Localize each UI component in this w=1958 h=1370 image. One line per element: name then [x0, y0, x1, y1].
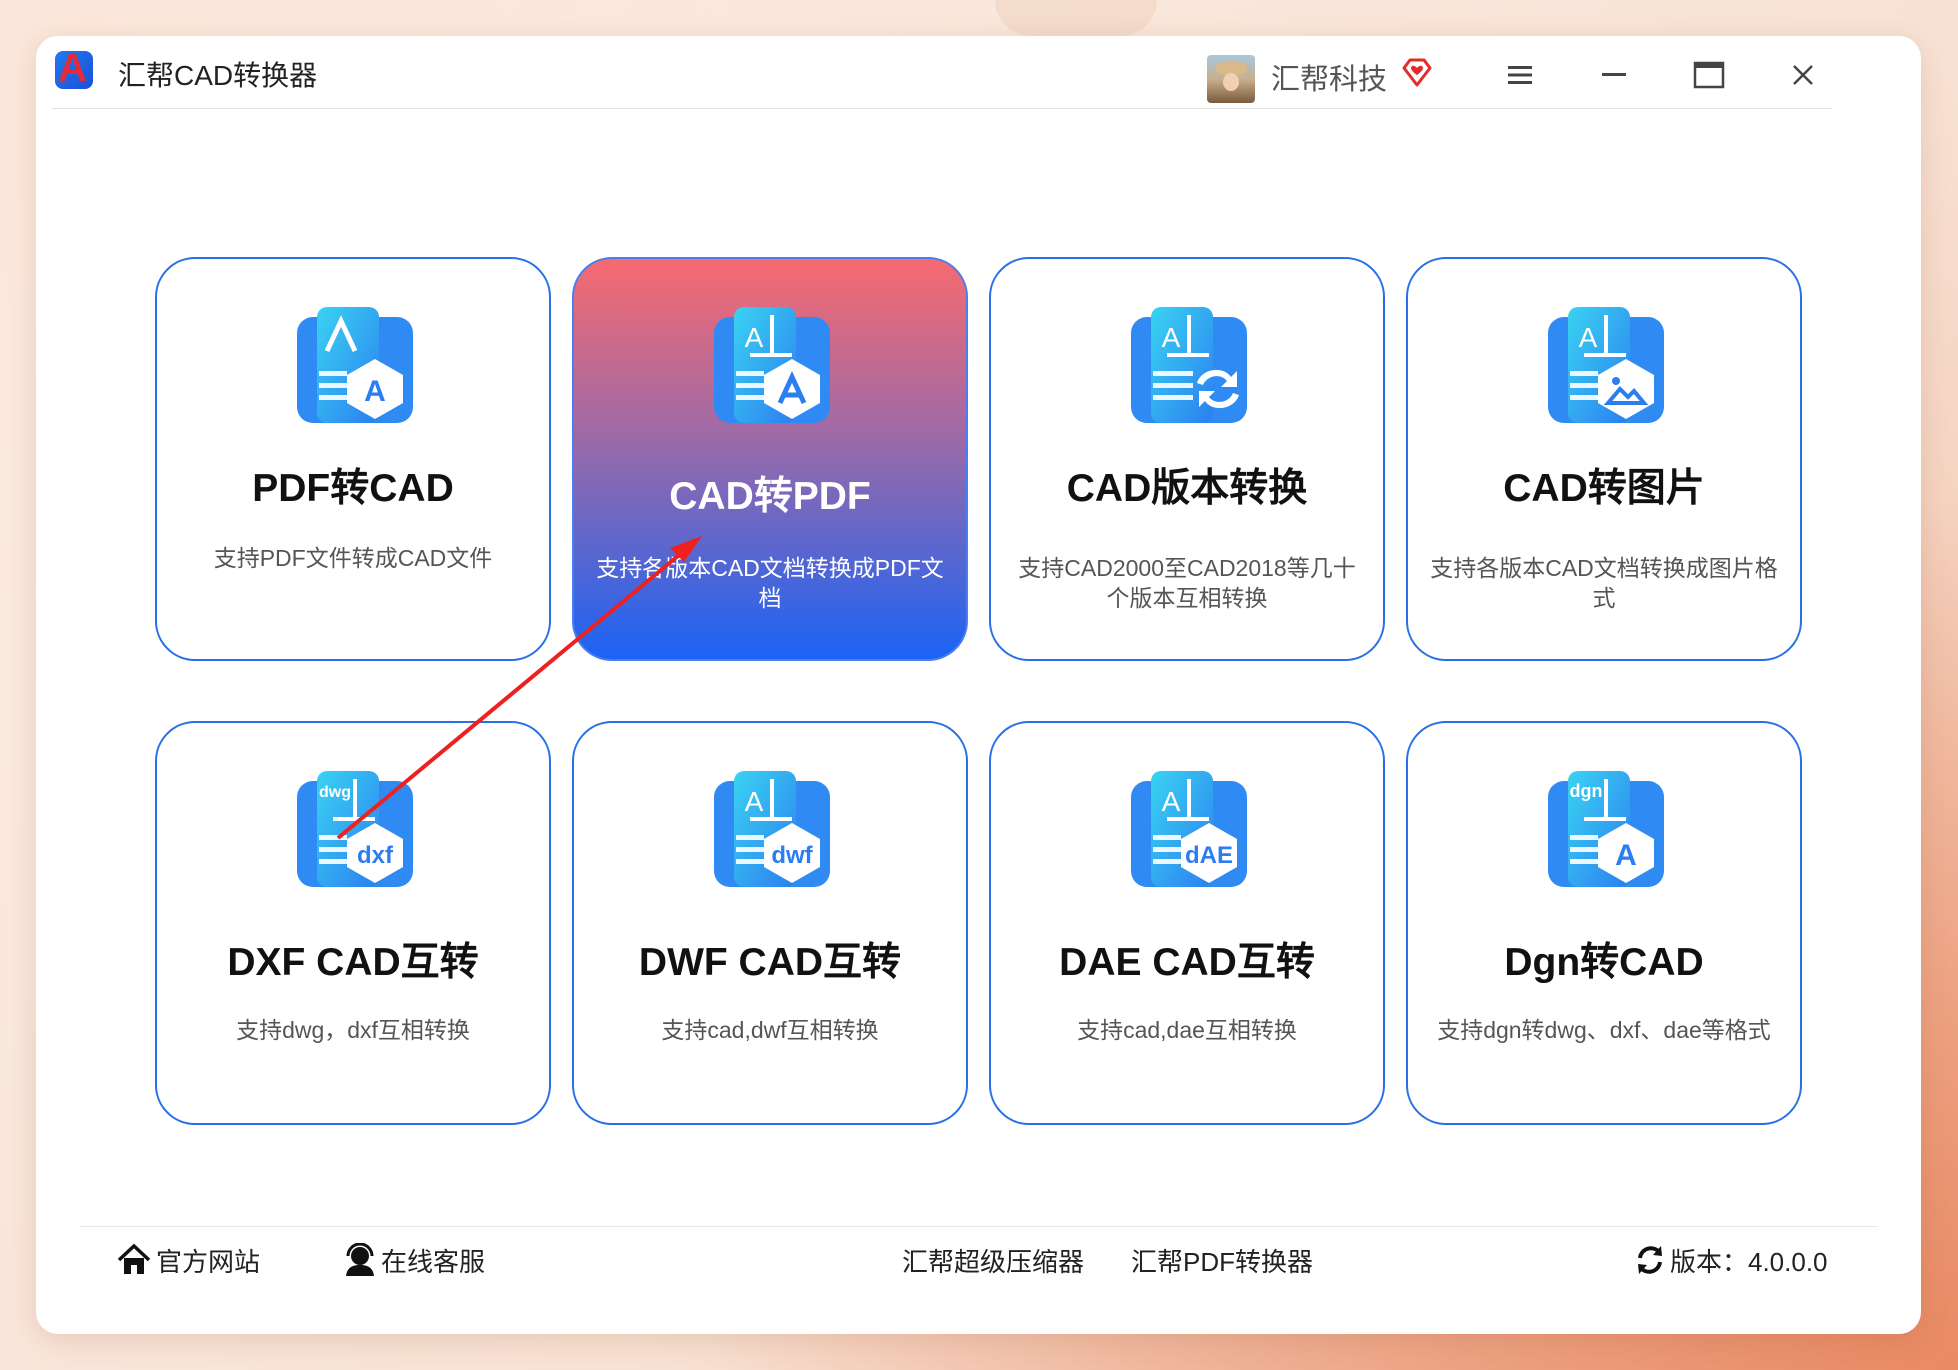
svg-text:A: A [1615, 839, 1637, 872]
cad-to-image-icon: A [1548, 307, 1664, 423]
official-website-label: 官方网站 [156, 1246, 261, 1277]
close-icon[interactable] [1778, 52, 1828, 98]
svg-text:dgn: dgn [1570, 781, 1603, 801]
card-title: PDF转CAD [252, 467, 454, 510]
card-description: 支持各版本CAD文档转换成图片格式 [1430, 555, 1778, 611]
card-cad-to-image[interactable]: A CAD转图片 支持各版本CAD文档转换成图片格式 [1406, 257, 1802, 661]
card-description: 支持cad,dae互相转换 [1077, 1017, 1297, 1043]
footer-divider [80, 1226, 1878, 1227]
card-description: 支持dwg，dxf互相转换 [236, 1017, 470, 1043]
minimize-icon[interactable] [1589, 52, 1639, 98]
card-description: 支持dgn转dwg、dxf、dae等格式 [1437, 1017, 1771, 1043]
card-description: 支持PDF文件转成CAD文件 [213, 545, 493, 571]
card-description: 支持cad,dwf互相转换 [661, 1017, 879, 1043]
version-info[interactable]: 版本：4.0.0.0 [1634, 1240, 1828, 1280]
compressor-link[interactable]: 汇帮超级压缩器 [902, 1240, 1084, 1280]
dae-cad-icon: A dAE [1131, 771, 1247, 887]
app-title: 汇帮CAD转换器 [118, 60, 318, 91]
card-pdf-to-cad[interactable]: A PDF转CAD 支持PDF文件转成CAD文件 [155, 257, 551, 661]
card-description: 支持各版本CAD文档转换成PDF文档 [596, 555, 944, 611]
card-title: Dgn转CAD [1504, 941, 1704, 984]
hamburger-menu-icon[interactable] [1495, 52, 1545, 98]
official-website-link[interactable]: 官方网站 [116, 1240, 260, 1280]
card-dxf-cad[interactable]: dwg dxf DXF CAD互转 支持dwg，dxf互相转换 [155, 721, 551, 1125]
svg-text:A: A [1162, 786, 1181, 817]
app-logo-icon: A [55, 51, 93, 89]
cad-version-convert-icon: A [1131, 307, 1247, 423]
svg-text:dwg: dwg [319, 784, 351, 801]
maximize-icon[interactable] [1684, 52, 1734, 98]
svg-text:dxf: dxf [357, 842, 394, 869]
cad-to-pdf-icon: A [714, 307, 830, 423]
card-dae-cad[interactable]: A dAE DAE CAD互转 支持cad,dae互相转换 [989, 721, 1385, 1125]
user-avatar[interactable] [1207, 55, 1255, 103]
app-window [36, 36, 1921, 1334]
home-icon [117, 1243, 151, 1274]
card-title: CAD转PDF [669, 475, 871, 518]
card-title: DAE CAD互转 [1059, 941, 1315, 984]
svg-text:A: A [1162, 322, 1181, 353]
card-title: DXF CAD互转 [227, 941, 479, 984]
background-decoration [995, 0, 1157, 36]
card-dwf-cad[interactable]: A dwf DWF CAD互转 支持cad,dwf互相转换 [572, 721, 968, 1125]
pdf-converter-label: 汇帮PDF转换器 [1131, 1246, 1314, 1277]
card-cad-version-convert[interactable]: A CAD版本转换 支持CAD2000至CAD2018等几十个版本互相转换 [989, 257, 1385, 661]
card-title: DWF CAD互转 [638, 941, 902, 984]
refresh-icon [1638, 1246, 1662, 1274]
svg-text:A: A [745, 322, 764, 353]
card-dgn-to-cad[interactable]: dgn A Dgn转CAD 支持dgn转dwg、dxf、dae等格式 [1406, 721, 1802, 1125]
pdf-to-cad-icon: A [297, 307, 413, 423]
svg-text:dAE: dAE [1185, 842, 1233, 869]
card-title: CAD版本转换 [1066, 467, 1308, 510]
card-description: 支持CAD2000至CAD2018等几十个版本互相转换 [1018, 555, 1356, 611]
svg-text:A: A [364, 375, 386, 408]
dgn-to-cad-icon: dgn A [1548, 771, 1664, 887]
svg-text:A: A [1579, 322, 1598, 353]
customer-service-icon [346, 1243, 374, 1276]
online-support-link[interactable]: 在线客服 [343, 1240, 485, 1280]
vip-icon[interactable] [1400, 56, 1434, 90]
svg-text:A: A [745, 786, 764, 817]
card-title: CAD转图片 [1503, 467, 1705, 510]
online-support-label: 在线客服 [381, 1246, 486, 1277]
pdf-converter-link[interactable]: 汇帮PDF转换器 [1131, 1240, 1313, 1280]
svg-text:dwf: dwf [771, 842, 813, 869]
dxf-cad-icon: dwg dxf [297, 771, 413, 887]
compressor-label: 汇帮超级压缩器 [902, 1246, 1085, 1277]
dwf-cad-icon: A dwf [714, 771, 830, 887]
user-name[interactable]: 汇帮科技 [1271, 56, 1387, 98]
card-cad-to-pdf[interactable]: A CAD转PDF 支持各版本CAD文档转换成PDF文档 [572, 257, 968, 661]
version-label: 版本：4.0.0.0 [1670, 1246, 1828, 1277]
title-bar [52, 48, 1832, 109]
